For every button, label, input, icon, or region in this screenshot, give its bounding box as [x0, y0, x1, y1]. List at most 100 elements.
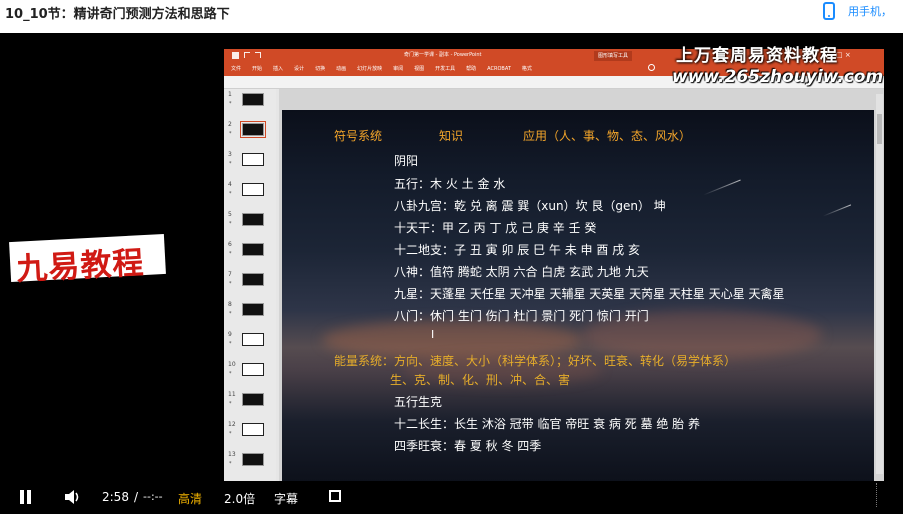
slide-number: 7 [228, 271, 232, 278]
slide-thumbnail[interactable] [242, 213, 264, 226]
scrollbar-thumb[interactable] [877, 114, 882, 144]
ribbon-tab[interactable]: 开始 [252, 66, 262, 72]
slide-header-application: 应用（人、事、物、态、风水） [523, 129, 692, 143]
ribbon-tab[interactable]: 文件 [231, 66, 241, 72]
slide-thumbnail-panel: 1 * 2 * 3 * 4 * 5 * 6 * 7 * 8 * 9 * 10 * 11 * 12 * 13 * [224, 89, 276, 481]
time-current: 2:58 [102, 490, 129, 504]
quality-button[interactable]: 高清 [178, 490, 202, 507]
undo-icon[interactable] [244, 52, 250, 58]
phone-watch-link[interactable]: 用手机， [848, 3, 903, 19]
slide-header-knowledge: 知识 [439, 129, 464, 143]
slide-thumbnail-item[interactable]: 6 * [228, 241, 274, 269]
player-controls: 2:58 / --:-- 高清 2.0倍 字幕 [0, 481, 903, 514]
slide-number: 8 [228, 301, 232, 308]
animation-star-icon: * [229, 191, 232, 197]
slide-thumbnail[interactable] [242, 453, 264, 466]
slide-line-shengke: 五行生克 [394, 395, 443, 409]
slide-thumbnail[interactable] [242, 303, 264, 316]
slide-number: 13 [228, 451, 236, 458]
slide-header-symbol: 符号系统 [334, 129, 383, 143]
save-icon[interactable] [232, 52, 239, 59]
slide-number: 6 [228, 241, 232, 248]
slide-thumbnail-item[interactable]: 13 * [228, 451, 274, 479]
ribbon-tab[interactable]: 开发工具 [435, 66, 455, 72]
slide-thumbnail-item[interactable]: 3 * [228, 151, 274, 179]
light-streak [703, 179, 741, 196]
ribbon-tab[interactable]: ACROBAT [487, 66, 511, 72]
slide-energy-line1: 能量系统：方向、速度、大小（科学体系）；好坏、旺衰、转化（易学体系） [334, 354, 737, 368]
slide-thumbnail[interactable] [242, 333, 264, 346]
animation-star-icon: * [229, 371, 232, 377]
ribbon-tab[interactable]: 视图 [414, 66, 424, 72]
powerpoint-window: 奇门第一学课 - 副本 - PowerPoint 图形填写工具 □ × 文件 开始… [224, 49, 884, 481]
slide-line-yinyang: 阴阳 [394, 154, 419, 168]
slide-thumbnail[interactable] [242, 93, 264, 106]
animation-star-icon: * [229, 431, 232, 437]
phone-icon[interactable] [823, 2, 835, 20]
slide-thumbnail[interactable] [242, 243, 264, 256]
slide-line-changsheng: 十二长生：长生 沐浴 冠带 临官 帝旺 衰 病 死 墓 绝 胎 养 [394, 417, 700, 431]
slide-number: 4 [228, 181, 232, 188]
slide-line-bamen: 八门：休门 生门 伤门 杜门 景门 死门 惊门 开门 [394, 309, 649, 323]
slide-thumbnail[interactable] [242, 363, 264, 376]
slide-thumbnail-item[interactable]: 7 * [228, 271, 274, 299]
ribbon-tabs: 文件 开始 插入 设计 切换 动画 幻灯片放映 审阅 视图 开发工具 帮助 ACROBAT 格式 [231, 65, 543, 72]
slide-line-wuxing: 五行：木 火 土 金 水 [394, 177, 506, 191]
ribbon-tab[interactable]: 设计 [294, 66, 304, 72]
ribbon-tab[interactable]: 动画 [336, 66, 346, 72]
slide-line-dizhi: 十二地支：子 丑 寅 卯 辰 巳 午 未 申 酉 戌 亥 [394, 243, 640, 257]
pause-icon[interactable] [20, 490, 32, 504]
animation-star-icon: * [229, 221, 232, 227]
slide-line-bashen: 八神：值符 腾蛇 太阴 六合 白虎 玄武 九地 九天 [394, 265, 649, 279]
subtitle-button[interactable]: 字幕 [274, 490, 298, 507]
slide-canvas[interactable]: 符号系统 知识 应用（人、事、物、态、风水） 阴阳 五行：木 火 土 金 水 八… [282, 110, 874, 481]
animation-star-icon: * [229, 281, 232, 287]
slide-thumbnail-item[interactable]: 10 * [228, 361, 274, 389]
slide-thumbnail[interactable] [240, 121, 266, 138]
animation-star-icon: * [229, 461, 232, 467]
slide-thumbnail[interactable] [242, 183, 264, 196]
page-header: 10_10节：精讲奇门预测方法和思路下 用手机， [0, 0, 903, 30]
slide-line-siji: 四季旺衰：春 夏 秋 冬 四季 [394, 439, 542, 453]
ribbon-tab[interactable]: 切换 [315, 66, 325, 72]
ribbon-tab[interactable]: 格式 [522, 66, 532, 72]
slide-thumbnail[interactable] [242, 273, 264, 286]
text-cursor: I [431, 328, 435, 341]
slide-thumbnail[interactable] [242, 423, 264, 436]
fullscreen-icon[interactable] [329, 490, 341, 502]
ppt-document-title: 奇门第一学课 - 副本 - PowerPoint [404, 52, 482, 58]
video-player[interactable]: 九易教程 奇门第一学课 - 副本 - PowerPoint 图形填写工具 □ ×… [0, 33, 903, 514]
slide-number: 3 [228, 151, 232, 158]
ribbon-tab[interactable]: 审阅 [393, 66, 403, 72]
slide-thumbnail-item[interactable]: 1 * [228, 91, 274, 119]
ppt-window-controls[interactable]: □ × [836, 51, 851, 59]
page-title: 10_10节：精讲奇门预测方法和思路下 [5, 7, 230, 22]
slide-number: 5 [228, 211, 232, 218]
slide-number: 1 [228, 91, 232, 98]
resize-grip[interactable] [876, 483, 880, 507]
slide-thumbnail-item[interactable]: 4 * [228, 181, 274, 209]
slide-thumbnail[interactable] [242, 153, 264, 166]
help-search-icon[interactable] [648, 64, 655, 71]
slide-thumbnail[interactable] [242, 393, 264, 406]
slide-energy-line2: 生、克、制、化、刑、冲、合、害 [390, 373, 571, 387]
redo-icon[interactable] [255, 52, 261, 58]
ribbon-tab[interactable]: 幻灯片放映 [357, 66, 382, 72]
ppt-context-tab[interactable]: 图形填写工具 [594, 51, 633, 61]
ribbon-tab[interactable]: 插入 [273, 66, 283, 72]
volume-icon[interactable] [64, 489, 82, 505]
slide-thumbnail-item[interactable]: 9 * [228, 331, 274, 359]
slide-thumbnail-item[interactable]: 8 * [228, 301, 274, 329]
light-streak [822, 204, 852, 217]
animation-star-icon: * [229, 341, 232, 347]
slide-thumbnail-item[interactable]: 12 * [228, 421, 274, 449]
slide-line-jiuxing: 九星：天蓬星 天任星 天冲星 天辅星 天英星 天芮星 天柱星 天心星 天禽星 [394, 287, 785, 301]
slide-thumbnail-item[interactable]: 2 * [228, 121, 274, 149]
slide-number: 12 [228, 421, 236, 428]
slide-scrollbar[interactable] [876, 94, 883, 474]
ribbon-tab[interactable]: 帮助 [466, 66, 476, 72]
slide-thumbnail-item[interactable]: 5 * [228, 211, 274, 239]
slide-thumbnail-item[interactable]: 11 * [228, 391, 274, 419]
watermark-url: www.265zhouyiw.com [672, 67, 884, 87]
speed-button[interactable]: 2.0倍 [224, 490, 255, 507]
